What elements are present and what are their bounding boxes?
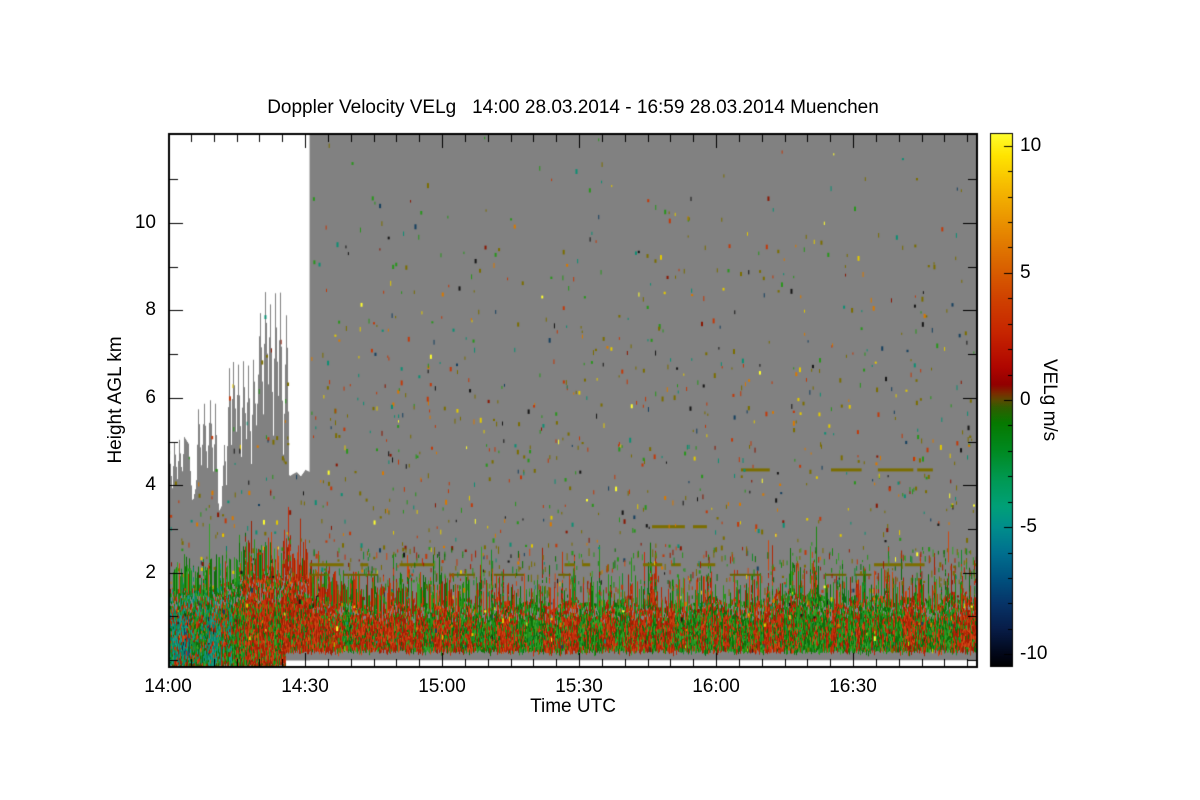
colorbar-label: VELg m/s bbox=[1039, 358, 1060, 442]
colorbar-tick-label: -5 bbox=[1020, 516, 1037, 538]
y-tick-label: 4 bbox=[145, 474, 156, 496]
x-tick-label: 16:30 bbox=[829, 676, 877, 697]
x-tick-label: 15:30 bbox=[555, 676, 603, 697]
chart-title: Doppler Velocity VELg 14:00 28.03.2014 -… bbox=[267, 97, 879, 118]
x-tick-label: 14:00 bbox=[144, 676, 192, 697]
y-tick-label: 6 bbox=[145, 386, 156, 408]
x-tick-label: 16:00 bbox=[692, 676, 740, 697]
x-tick-label: 15:00 bbox=[418, 676, 466, 697]
y-tick-label: 2 bbox=[145, 561, 156, 583]
x-axis-label: Time UTC bbox=[530, 696, 616, 717]
colorbar-tick-label: 10 bbox=[1020, 134, 1042, 156]
colorbar-tick-label: -10 bbox=[1020, 643, 1048, 665]
y-tick-label: 10 bbox=[134, 212, 156, 233]
colorbar-tick-label: 5 bbox=[1020, 261, 1031, 283]
x-tick-label: 14:30 bbox=[281, 676, 329, 697]
y-tick-label: 8 bbox=[145, 299, 156, 321]
colorbar-tick-label: 0 bbox=[1020, 389, 1031, 410]
doppler-velocity-quicklook: Doppler Velocity VELg 14:00 28.03.2014 -… bbox=[0, 0, 1200, 800]
